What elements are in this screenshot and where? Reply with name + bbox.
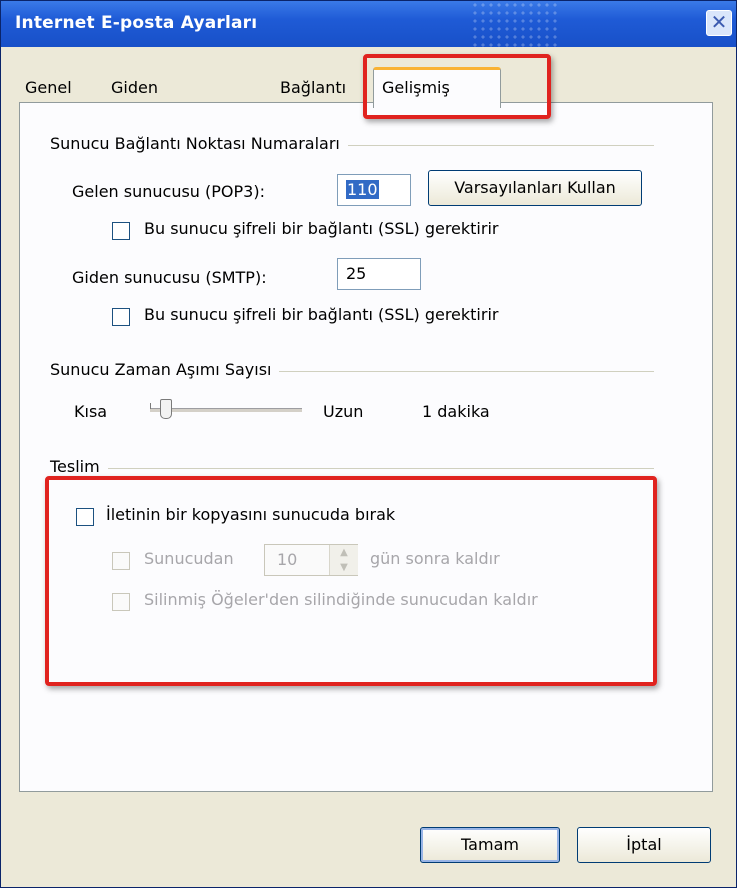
remove-deleted-label: Silinmiş Öğeler'den silindiğinde sunucud… [144,590,538,609]
outgoing-port-label: Giden sunucusu (SMTP): [72,268,267,287]
tab-panel: Sunucu Bağlantı Noktası Numaraları Gelen… [19,102,713,792]
delivery-group-title: Teslim [50,457,108,476]
incoming-port-label: Gelen sunucusu (POP3): [72,182,265,201]
tab-genel[interactable]: Genel [17,73,80,103]
timeout-slider-track[interactable] [150,408,302,412]
remove-after-checkbox[interactable] [112,552,130,570]
dialog-window: Internet E-posta Ayarları ✕ Genel Giden … [0,0,737,888]
days-suffix-label: gün sonra kaldır [370,549,500,568]
timeout-value: 1 dakika [422,402,490,421]
close-button[interactable]: ✕ [706,10,732,36]
incoming-ssl-label: Bu sunucu şifreli bir bağlantı (SSL) ger… [144,219,499,238]
outgoing-port-input[interactable]: 25 [337,258,421,290]
leave-copy-checkbox[interactable] [76,508,94,526]
incoming-port-input[interactable]: 110 [337,174,411,206]
tab-giden-sunucusu[interactable]: Giden Sunucusu [103,73,197,127]
ok-button[interactable]: Tamam [420,827,560,863]
outgoing-ssl-label: Bu sunucu şifreli bir bağlantı (SSL) ger… [144,305,499,324]
delivery-group-line [50,468,654,469]
remove-days-value: 10 [277,550,298,569]
close-icon: ✕ [710,10,728,34]
title-bar[interactable]: Internet E-posta Ayarları ✕ [1,1,736,47]
remove-deleted-checkbox[interactable] [112,593,130,611]
spin-buttons: ▲ ▼ [329,545,358,575]
incoming-port-value: 110 [346,180,379,199]
timeout-long-label: Uzun [323,402,364,421]
remove-days-spinner[interactable]: 10 ▲ ▼ [264,544,358,576]
slider-thumb-icon[interactable] [160,399,173,419]
spin-up-icon[interactable]: ▲ [330,545,358,560]
remove-after-label: Sunucudan [144,549,234,568]
timeout-group-title: Sunucu Zaman Aşımı Sayısı [50,360,280,379]
slider-tick [150,403,151,409]
cancel-button[interactable]: İptal [577,827,711,863]
ports-group-title: Sunucu Bağlantı Noktası Numaraları [50,134,348,153]
incoming-ssl-checkbox[interactable] [112,222,130,240]
tab-baglanti[interactable]: Bağlantı [272,73,354,103]
tab-gelismis[interactable]: Gelişmiş [373,67,501,108]
window-title: Internet E-posta Ayarları [15,13,258,33]
use-defaults-button[interactable]: Varsayılanları Kullan [428,170,642,206]
leave-copy-label: İletinin bir kopyasını sunucuda bırak [106,505,396,524]
spin-down-icon[interactable]: ▼ [330,560,358,575]
title-decoration [471,1,561,47]
outgoing-ssl-checkbox[interactable] [112,308,130,326]
timeout-short-label: Kısa [74,402,108,421]
